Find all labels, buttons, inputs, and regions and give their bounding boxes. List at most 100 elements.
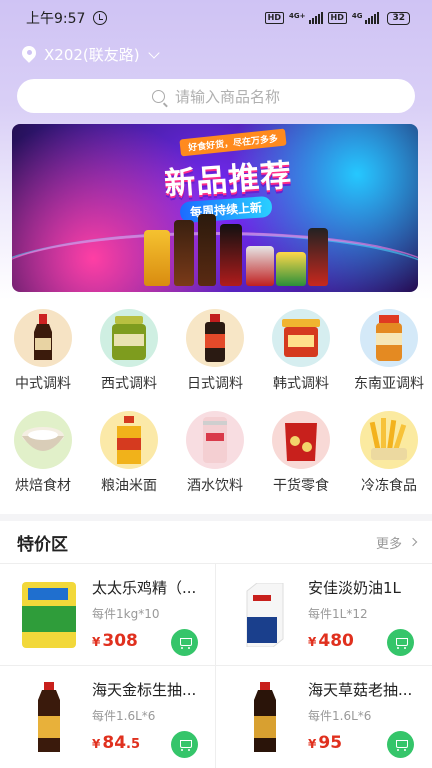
signal-icon (365, 12, 380, 24)
product-card[interactable]: 太太乐鸡精（... 每件1kg*10 ¥ 308 (0, 564, 215, 665)
product-card[interactable]: 海天金标生抽... 每件1.6L*6 ¥ 84 .5 (0, 666, 215, 767)
chevron-down-icon (147, 46, 160, 59)
oil-bottle-icon (100, 411, 158, 469)
category-item[interactable]: 中式调料 (0, 309, 86, 393)
product-price: ¥ 84 .5 (92, 733, 140, 753)
special-offers-section: 特价区 更多 太太乐鸡精（... 每件1kg*10 ¥ 308 安佳淡奶油1L … (0, 521, 432, 768)
signal-icon (308, 12, 323, 24)
product-spec: 每件1.6L*6 (92, 709, 156, 723)
location-label: X202(联友路) (44, 46, 140, 64)
add-to-cart-button[interactable] (171, 629, 198, 656)
product-image (14, 576, 84, 654)
cart-icon (178, 637, 192, 649)
product-bottle-image (174, 220, 194, 286)
category-label: 西式调料 (101, 376, 157, 392)
flour-bowl-icon (14, 411, 72, 469)
category-label: 东南亚调料 (354, 376, 424, 392)
product-bottle-image (220, 224, 242, 286)
cart-icon (394, 637, 408, 649)
battery-indicator: 32 (387, 11, 410, 25)
location-pin-icon (22, 46, 36, 64)
add-to-cart-button[interactable] (387, 731, 414, 758)
add-to-cart-button[interactable] (387, 629, 414, 656)
product-spec: 每件1.6L*6 (308, 709, 372, 723)
product-price: ¥ 480 (308, 631, 354, 651)
soy-sauce-icon (14, 309, 72, 367)
category-label: 干货零食 (273, 478, 329, 494)
category-label: 酒水饮料 (187, 478, 243, 494)
product-jar-image (246, 246, 274, 286)
category-item[interactable]: 韩式调料 (258, 309, 344, 393)
currency-symbol: ¥ (308, 737, 317, 751)
price-integer: 480 (318, 631, 354, 651)
category-label: 冷冻食品 (361, 478, 417, 494)
status-time: 上午9:57 (26, 11, 86, 27)
search-input[interactable]: 请输入商品名称 (17, 79, 415, 113)
price-integer: 308 (102, 631, 138, 651)
category-item[interactable]: 干货零食 (258, 411, 344, 495)
section-header: 特价区 更多 (0, 521, 432, 564)
category-item[interactable]: 日式调料 (172, 309, 258, 393)
cart-icon (178, 739, 192, 751)
currency-symbol: ¥ (92, 737, 101, 751)
product-name: 太太乐鸡精（... (92, 579, 197, 597)
product-card[interactable]: 海天草菇老抽... 每件1.6L*6 ¥ 95 (216, 666, 431, 767)
product-image (230, 678, 300, 756)
more-link[interactable]: 更多 (375, 533, 418, 552)
banner-title: 新品推荐 (163, 157, 294, 203)
alarm-icon (93, 11, 108, 25)
product-box-image (276, 252, 306, 286)
product-grid: 太太乐鸡精（... 每件1kg*10 ¥ 308 安佳淡奶油1L 每件1L*12… (0, 564, 432, 768)
price-integer: 84 (102, 733, 127, 753)
search-icon (151, 89, 165, 103)
category-item[interactable]: 西式调料 (86, 309, 172, 393)
price-integer: 95 (318, 733, 343, 753)
product-bottle-image (308, 228, 328, 286)
hd-badge: HD (264, 12, 285, 24)
add-to-cart-button[interactable] (171, 731, 198, 758)
paste-tub-icon (272, 309, 330, 367)
category-label: 粮油米面 (101, 478, 157, 494)
product-name: 安佳淡奶油1L (308, 579, 401, 597)
drink-can-icon (186, 411, 244, 469)
status-bar: 上午9:57 HD 4G+ HD 4G 32 (0, 0, 432, 36)
category-label: 日式调料 (187, 376, 243, 392)
cart-icon (394, 739, 408, 751)
category-item[interactable]: 酒水饮料 (172, 411, 258, 495)
category-item[interactable]: 烘焙食材 (0, 411, 86, 495)
jar-icon (360, 309, 418, 367)
product-image (230, 576, 300, 654)
category-item[interactable]: 粮油米面 (86, 411, 172, 495)
category-grid: 中式调料 西式调料 日式调料 韩式调料 东南亚调料 烘焙食材 粮油米面 酒水饮料… (0, 300, 432, 514)
sauce-bottle-icon (186, 309, 244, 367)
fries-icon (360, 411, 418, 469)
currency-symbol: ¥ (92, 635, 101, 649)
category-label: 中式调料 (15, 376, 71, 392)
promo-banner[interactable]: 好食好货，尽在万多多 新品推荐 每周持续上新 (12, 124, 418, 292)
section-title: 特价区 (17, 534, 68, 555)
product-spec: 每件1L*12 (308, 607, 368, 621)
hd-badge: HD (327, 12, 347, 24)
more-label: 更多 (375, 536, 402, 552)
chevron-right-icon (408, 537, 418, 547)
network-type: 4G+ (289, 11, 306, 20)
product-bottle-image (198, 214, 216, 286)
snack-bag-icon (272, 411, 330, 469)
category-label: 韩式调料 (273, 376, 329, 392)
pickle-jar-icon (100, 309, 158, 367)
product-price: ¥ 95 (308, 733, 342, 753)
location-selector[interactable]: X202(联友路) (22, 44, 160, 65)
product-image (14, 678, 84, 756)
product-spec: 每件1kg*10 (92, 607, 160, 621)
search-placeholder: 请输入商品名称 (174, 87, 280, 106)
category-item[interactable]: 冷冻食品 (346, 411, 432, 495)
currency-symbol: ¥ (308, 635, 317, 649)
product-card[interactable]: 安佳淡奶油1L 每件1L*12 ¥ 480 (216, 564, 431, 665)
category-item[interactable]: 东南亚调料 (346, 309, 432, 393)
category-label: 烘焙食材 (15, 478, 71, 494)
product-name: 海天金标生抽... (92, 681, 197, 699)
price-decimal: .5 (126, 737, 141, 752)
product-name: 海天草菇老抽... (308, 681, 413, 699)
product-price: ¥ 308 (92, 631, 138, 651)
product-bottle-image (144, 230, 170, 286)
